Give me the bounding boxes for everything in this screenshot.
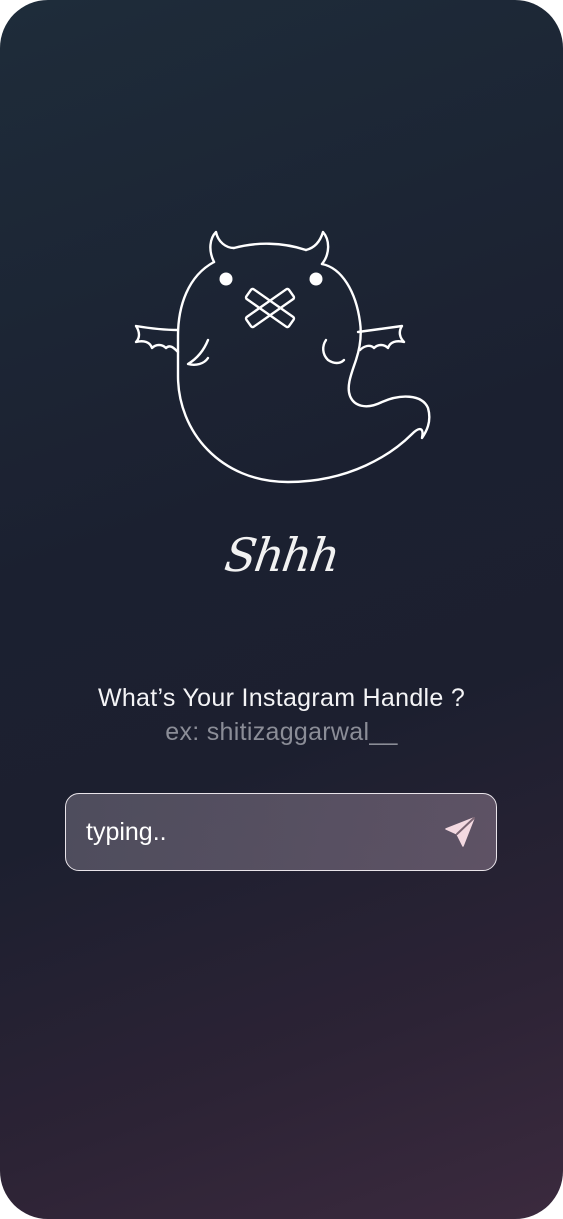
devil-ghost-icon: [130, 226, 434, 488]
send-icon: [445, 817, 475, 847]
send-button[interactable]: [442, 814, 478, 850]
handle-input-container[interactable]: [65, 793, 497, 871]
prompt-question: What’s Your Instagram Handle ?: [97, 684, 466, 712]
prompt-example: ex: shitizaggarwal__: [165, 718, 398, 746]
app-screen: Shhh What’s Your Instagram Handle ? ex: …: [0, 0, 563, 1219]
instagram-handle-input[interactable]: [86, 814, 426, 850]
brand-wordmark: Shhh: [221, 528, 342, 582]
